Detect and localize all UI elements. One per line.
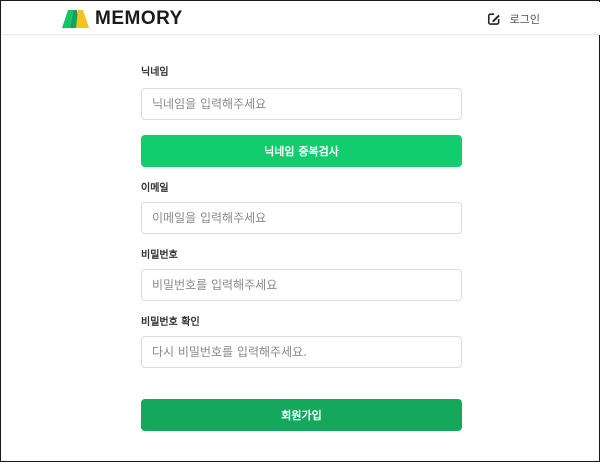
logo-mark-icon <box>62 10 89 28</box>
password-confirm-label: 비밀번호 확인 <box>141 317 200 328</box>
password-label: 비밀번호 <box>141 250 178 261</box>
nickname-label: 닉네임 <box>141 67 169 78</box>
password-input[interactable] <box>141 269 462 301</box>
logo-text: MEMORY <box>95 8 183 29</box>
signup-form: 닉네임 닉네임 중복검사 이메일 비밀번호 비밀번호 확인 회원가입 <box>141 63 462 431</box>
login-link[interactable]: 로그인 <box>487 11 540 27</box>
login-label: 로그인 <box>509 13 540 26</box>
email-input[interactable] <box>141 202 462 234</box>
top-header: MEMORY 로그인 <box>2 2 600 35</box>
logo-link[interactable]: MEMORY <box>62 9 183 29</box>
email-label: 이메일 <box>141 183 169 194</box>
edit-icon <box>487 13 500 25</box>
nickname-input[interactable] <box>141 88 462 120</box>
nickname-check-button[interactable]: 닉네임 중복검사 <box>141 135 462 167</box>
password-confirm-input[interactable] <box>141 336 462 368</box>
page-frame: MEMORY 로그인 닉네임 닉네임 중복검사 이메일 비밀번호 비밀번호 확인… <box>0 0 600 462</box>
signup-button[interactable]: 회원가입 <box>141 399 462 431</box>
